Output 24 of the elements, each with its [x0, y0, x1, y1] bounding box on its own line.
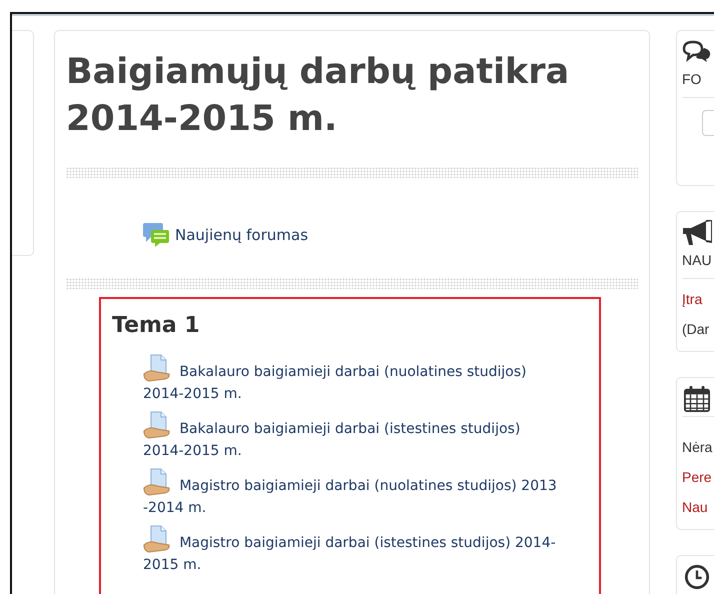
calendar-icon — [682, 386, 712, 412]
block-heading: NAU — [682, 250, 714, 279]
clock-icon — [682, 564, 712, 590]
comments-icon — [682, 39, 712, 65]
assignment-link[interactable]: Bakalauro baigiamieji darbai (istestines studijos) 2014-2015 m. — [143, 411, 561, 462]
hand-document-icon — [143, 411, 171, 439]
block-text: (Dar — [682, 320, 710, 339]
block-link[interactable]: Pere — [682, 467, 712, 487]
hand-document-icon — [143, 525, 171, 553]
assignment-link[interactable]: Magistro baigiamieji darbai (nuolatines studijos) 2013 -2014 m. — [143, 468, 561, 519]
input-field[interactable] — [702, 110, 714, 136]
forum-icon — [142, 222, 170, 248]
section-title: Tema 1 — [112, 313, 201, 338]
hand-document-icon — [143, 468, 171, 496]
assignment-link[interactable]: Bakalauro baigiamieji darbai (nuolatines studijos) 2014-2015 m. — [143, 354, 561, 405]
forum-link[interactable]: Naujienų forumas — [175, 226, 308, 244]
block-link[interactable]: Nau — [682, 497, 708, 517]
assignment-link[interactable]: Magistro baigiamieji darbai (istestines studijos) 2014-2015 m. — [143, 525, 561, 576]
megaphone-icon — [682, 220, 712, 246]
block-text: Nėra — [682, 438, 712, 457]
block-link[interactable]: Įtra — [682, 289, 702, 309]
hand-document-icon — [143, 354, 171, 382]
course-title: Baigiamųjų darbų patikra 2014-2015 m. — [66, 51, 570, 141]
block-heading: FO — [682, 69, 714, 98]
